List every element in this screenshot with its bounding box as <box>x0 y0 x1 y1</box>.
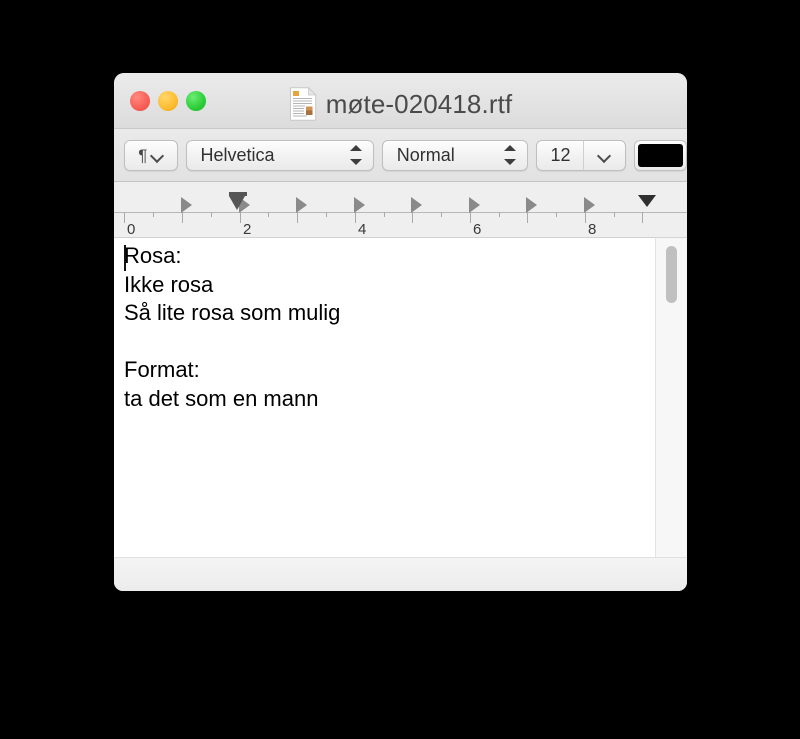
font-size-select[interactable]: 12 <box>536 139 626 171</box>
ruler-tick-major <box>182 212 183 223</box>
pilcrow-icon: ¶ <box>138 145 148 165</box>
ruler-tick-major <box>124 212 125 223</box>
ruler-tick-minor <box>153 212 154 217</box>
ruler-tab-stop[interactable] <box>411 197 422 213</box>
textedit-window: møte-020418.rtf ¶ Helvetica Normal 12 0 … <box>114 73 687 591</box>
rtf-document-icon <box>289 86 317 121</box>
ruler-tick-minor <box>614 212 615 217</box>
ruler-tick-major <box>240 212 241 223</box>
window-titlebar: møte-020418.rtf <box>114 73 687 129</box>
left-indent-marker[interactable] <box>229 196 245 210</box>
color-swatch <box>637 143 683 167</box>
ruler-tab-stop[interactable] <box>469 197 480 213</box>
chevron-down-icon <box>599 150 610 161</box>
ruler-tick-minor <box>211 212 212 217</box>
window-footer <box>114 557 687 591</box>
ruler-tab-stop[interactable] <box>526 197 537 213</box>
ruler-tab-stop[interactable] <box>584 197 595 213</box>
ruler-tab-stop[interactable] <box>181 197 192 213</box>
document-page[interactable]: Rosa: Ikke rosa Så lite rosa som mulig F… <box>114 238 656 560</box>
text-style-value: Normal <box>396 144 455 165</box>
ruler-number: 6 <box>473 221 482 238</box>
ruler-tick-major <box>527 212 528 223</box>
ruler-number: 0 <box>127 221 136 238</box>
ruler-tick-minor <box>499 212 500 217</box>
minimize-button[interactable] <box>158 91 178 111</box>
ruler-tab-stop[interactable] <box>296 197 307 213</box>
document-ruler[interactable]: 0 2 4 6 8 <box>114 182 687 238</box>
right-indent-marker[interactable] <box>638 195 656 207</box>
ruler-tick-major <box>470 212 471 223</box>
maximize-button[interactable] <box>186 91 206 111</box>
document-text[interactable]: Rosa: Ikke rosa Så lite rosa som mulig F… <box>124 242 645 413</box>
ruler-tab-stop[interactable] <box>354 197 365 213</box>
text-style-select[interactable]: Normal <box>381 139 529 171</box>
document-area: Rosa: Ikke rosa Så lite rosa som mulig F… <box>114 238 687 560</box>
text-color-button[interactable] <box>633 139 687 171</box>
scrollbar-thumb[interactable] <box>666 246 677 303</box>
ruler-tick-minor <box>441 212 442 217</box>
up-down-stepper-icon <box>349 144 363 166</box>
up-down-stepper-icon <box>504 144 517 166</box>
ruler-tick-major <box>297 212 298 223</box>
font-size-value: 12 <box>550 144 571 165</box>
ruler-number: 2 <box>243 221 252 238</box>
ruler-tick-major <box>355 212 356 223</box>
ruler-number: 4 <box>358 221 367 238</box>
font-family-value: Helvetica <box>200 144 275 165</box>
ruler-tick-minor <box>556 212 557 217</box>
font-size-dropdown-button[interactable] <box>584 150 625 161</box>
ruler-tick-minor <box>268 212 269 217</box>
ruler-baseline <box>114 212 687 213</box>
vertical-scrollbar[interactable] <box>656 238 687 559</box>
ruler-number: 8 <box>588 221 597 238</box>
close-button[interactable] <box>130 91 150 111</box>
ruler-tick-minor <box>384 212 385 217</box>
format-toolbar: ¶ Helvetica Normal 12 <box>114 129 687 182</box>
ruler-tick-major <box>585 212 586 223</box>
chevron-down-icon <box>152 150 163 161</box>
window-controls <box>130 91 206 111</box>
ruler-tick-major <box>642 212 643 223</box>
window-title: møte-020418.rtf <box>325 88 513 119</box>
ruler-tick-minor <box>326 212 327 217</box>
paragraph-style-button[interactable]: ¶ <box>124 139 178 171</box>
font-family-select[interactable]: Helvetica <box>185 139 374 171</box>
ruler-tick-major <box>412 212 413 223</box>
